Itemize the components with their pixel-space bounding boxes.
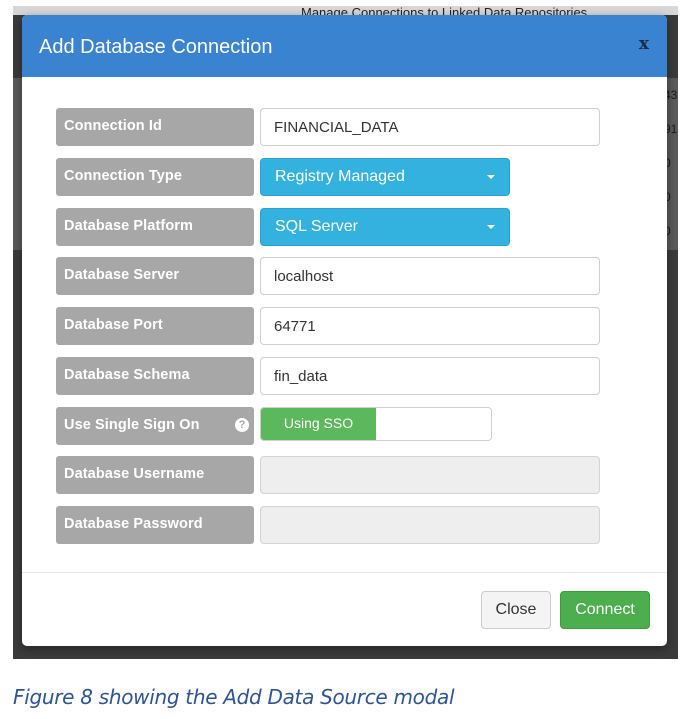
connection-id-label: Connection Id — [56, 108, 254, 146]
database-password-row: Database Password — [56, 506, 616, 544]
database-username-row: Database Username — [56, 456, 616, 494]
close-button[interactable]: Close — [481, 591, 551, 629]
database-port-label: Database Port — [56, 307, 254, 345]
sso-toggle-on-label: Using SSO — [261, 408, 376, 440]
use-sso-label-text: Use Single Sign On — [64, 417, 200, 433]
database-platform-value: SQL Server — [275, 218, 358, 235]
close-icon[interactable]: x — [639, 34, 649, 54]
figure-caption: Figure 8 showing the Add Data Source mod… — [13, 685, 455, 709]
database-password-label: Database Password — [56, 506, 254, 544]
database-port-input[interactable] — [260, 307, 600, 345]
question-circle-icon[interactable]: ? — [235, 418, 249, 432]
caret-down-icon — [487, 225, 495, 229]
connection-type-select[interactable]: Registry Managed — [260, 158, 510, 196]
database-username-label: Database Username — [56, 456, 254, 494]
database-schema-input[interactable] — [260, 357, 600, 395]
database-platform-select[interactable]: SQL Server — [260, 208, 510, 246]
database-port-row: Database Port — [56, 307, 616, 345]
connection-type-label: Connection Type — [56, 158, 254, 196]
caret-down-icon — [487, 175, 495, 179]
database-server-row: Database Server — [56, 257, 616, 295]
connection-type-row: Connection Type Registry Managed — [56, 158, 616, 196]
modal-header: Add Database Connection x — [22, 15, 667, 77]
database-platform-label: Database Platform — [56, 208, 254, 246]
footer-divider — [22, 572, 667, 573]
connect-button[interactable]: Connect — [560, 591, 650, 629]
connection-type-value: Registry Managed — [275, 168, 405, 185]
database-schema-label: Database Schema — [56, 357, 254, 395]
database-username-input[interactable] — [260, 456, 600, 494]
database-password-input[interactable] — [260, 506, 600, 544]
connection-id-input[interactable] — [260, 108, 600, 146]
database-server-label: Database Server — [56, 257, 254, 295]
use-sso-row: Use Single Sign On ? Using SSO — [56, 407, 616, 445]
use-sso-label: Use Single Sign On ? — [56, 407, 254, 445]
add-database-connection-modal: Add Database Connection x Connection Id … — [22, 15, 667, 646]
database-schema-row: Database Schema — [56, 357, 616, 395]
connection-id-row: Connection Id — [56, 108, 616, 146]
sso-toggle[interactable]: Using SSO — [260, 407, 492, 441]
modal-title: Add Database Connection — [39, 36, 273, 58]
database-server-input[interactable] — [260, 257, 600, 295]
database-platform-row: Database Platform SQL Server — [56, 208, 616, 246]
